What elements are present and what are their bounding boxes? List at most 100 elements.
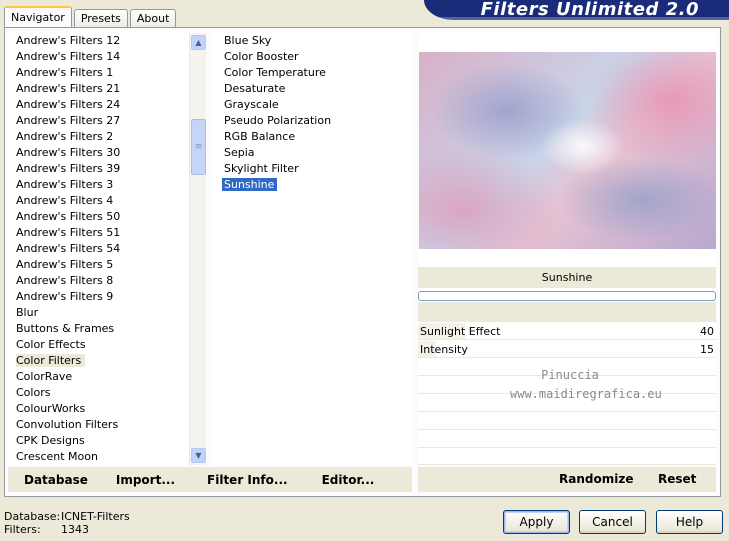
right-toolbar: Randomize Reset <box>418 467 716 492</box>
category-item[interactable]: Color Effects <box>8 337 206 353</box>
param-empty-row <box>418 413 716 430</box>
category-item[interactable]: Andrew's Filters 50 <box>8 209 206 225</box>
category-item[interactable]: ColourWorks <box>8 401 206 417</box>
filter-item[interactable]: Sepia <box>212 145 412 161</box>
category-item-label: Andrew's Filters 3 <box>16 178 114 191</box>
category-item[interactable]: Andrew's Filters 5 <box>8 257 206 273</box>
scroll-up-icon[interactable]: ▲ <box>191 35 206 50</box>
app-title: Filters Unlimited 2.0 <box>480 0 699 20</box>
category-item-label: Andrew's Filters 9 <box>16 290 114 303</box>
category-item[interactable]: Convolution Filters <box>8 417 206 433</box>
apply-button[interactable]: Apply <box>503 510 570 534</box>
filter-item[interactable]: Pseudo Polarization <box>212 113 412 129</box>
category-item-label: Andrew's Filters 51 <box>16 226 121 239</box>
category-item-label: Buttons & Frames <box>16 322 115 335</box>
category-item-label: Andrew's Filters 50 <box>16 210 121 223</box>
category-item-label: CPK Designs <box>16 434 85 447</box>
category-item[interactable]: Colors <box>8 385 206 401</box>
editor-button[interactable]: Editor... <box>322 473 375 487</box>
title-banner: Filters Unlimited 2.0 <box>424 0 729 20</box>
category-item[interactable]: Andrew's Filters 54 <box>8 241 206 257</box>
watermark-line2: www.maidiregrafica.eu <box>510 387 662 401</box>
category-item[interactable]: Andrew's Filters 1 <box>8 65 206 81</box>
scroll-thumb[interactable]: ≡ <box>191 119 206 175</box>
tab-navigator[interactable]: Navigator <box>4 6 72 28</box>
preview-filter-name: Sunshine <box>418 267 716 288</box>
filter-item[interactable]: Color Booster <box>212 49 412 65</box>
import-button[interactable]: Import... <box>116 473 175 487</box>
category-scrollbar[interactable]: ▲ ≡ ▼ <box>189 33 206 465</box>
database-button[interactable]: Database <box>24 473 88 487</box>
left-toolbar: Database Import... Filter Info... Editor… <box>8 467 412 492</box>
category-item-label: ColorRave <box>16 370 73 383</box>
param-intensity[interactable]: Intensity 15 <box>418 341 716 358</box>
category-item[interactable]: Andrew's Filters 14 <box>8 49 206 65</box>
category-item-label: Crescent Moon <box>16 450 98 463</box>
filter-item-label: Sepia <box>224 146 255 159</box>
cancel-button[interactable]: Cancel <box>579 510 646 534</box>
category-item[interactable]: Andrew's Filters 24 <box>8 97 206 113</box>
filter-item[interactable]: Skylight Filter <box>212 161 412 177</box>
param-empty-row <box>418 431 716 448</box>
filter-item[interactable]: RGB Balance <box>212 129 412 145</box>
filter-item-label: Skylight Filter <box>224 162 299 175</box>
param-label: Intensity <box>420 343 468 356</box>
filter-list[interactable]: Blue Sky Color Booster Color Temperature De… <box>212 33 412 465</box>
param-sunlight-effect[interactable]: Sunlight Effect 40 <box>418 323 716 340</box>
filter-item-label: Color Booster <box>224 50 299 63</box>
category-item[interactable]: Andrew's Filters 39 <box>8 161 206 177</box>
filter-item[interactable]: Grayscale <box>212 97 412 113</box>
category-item-label: Andrew's Filters 1 <box>16 66 114 79</box>
category-list[interactable]: Andrew's Filters 12 Andrew's Filters 14 An… <box>8 33 206 465</box>
database-label: Database: <box>4 510 61 523</box>
category-item-label: Andrew's Filters 30 <box>16 146 121 159</box>
category-item[interactable]: Andrew's Filters 30 <box>8 145 206 161</box>
category-item-label: Andrew's Filters 54 <box>16 242 121 255</box>
category-item-label: Andrew's Filters 5 <box>16 258 114 271</box>
tab-about[interactable]: About <box>129 9 177 28</box>
category-item-label: Colors <box>16 386 51 399</box>
category-item[interactable]: Andrew's Filters 2 <box>8 129 206 145</box>
category-item[interactable]: Crescent Moon <box>8 449 206 465</box>
category-item[interactable]: Andrew's Filters 12 <box>8 33 206 49</box>
category-item[interactable]: CPK Designs <box>8 433 206 449</box>
param-value: 15 <box>700 343 714 356</box>
category-item-label: Andrew's Filters 4 <box>16 194 114 207</box>
filter-item-label: Desaturate <box>224 82 286 95</box>
category-item-label: Blur <box>16 306 39 319</box>
filter-item[interactable]: Desaturate <box>212 81 412 97</box>
category-item-label: Andrew's Filters 21 <box>16 82 121 95</box>
progress-bar <box>418 291 716 301</box>
param-empty-row <box>418 449 716 465</box>
category-item[interactable]: Andrew's Filters 4 <box>8 193 206 209</box>
reset-button[interactable]: Reset <box>658 472 696 486</box>
category-item-label: Andrew's Filters 27 <box>16 114 121 127</box>
category-item-label: Andrew's Filters 12 <box>16 34 121 47</box>
progress-band <box>418 302 716 322</box>
tab-bar: Navigator Presets About <box>4 6 178 28</box>
category-item[interactable]: Buttons & Frames <box>8 321 206 337</box>
filter-item-label: Grayscale <box>224 98 279 111</box>
filter-item[interactable]: Blue Sky <box>212 33 412 49</box>
category-item[interactable]: Andrew's Filters 27 <box>8 113 206 129</box>
filter-item-label: Pseudo Polarization <box>224 114 332 127</box>
database-value: ICNET-Filters <box>61 510 130 523</box>
scroll-down-icon[interactable]: ▼ <box>191 448 206 463</box>
filter-info-button[interactable]: Filter Info... <box>207 473 288 487</box>
category-item[interactable]: Andrew's Filters 3 <box>8 177 206 193</box>
param-label: Sunlight Effect <box>420 325 501 338</box>
help-button[interactable]: Help <box>656 510 723 534</box>
category-item[interactable]: Andrew's Filters 51 <box>8 225 206 241</box>
param-value: 40 <box>700 325 714 338</box>
randomize-button[interactable]: Randomize <box>559 472 633 486</box>
category-item[interactable]: Andrew's Filters 9 <box>8 289 206 305</box>
category-item[interactable]: Andrew's Filters 21 <box>8 81 206 97</box>
filter-item[interactable]: Sunshine <box>212 177 412 193</box>
category-item[interactable]: Andrew's Filters 8 <box>8 273 206 289</box>
tab-presets[interactable]: Presets <box>73 9 128 28</box>
filters-label: Filters: <box>4 523 41 536</box>
category-item[interactable]: Color Filters <box>8 353 206 369</box>
category-item[interactable]: Blur <box>8 305 206 321</box>
category-item[interactable]: ColorRave <box>8 369 206 385</box>
filter-item[interactable]: Color Temperature <box>212 65 412 81</box>
